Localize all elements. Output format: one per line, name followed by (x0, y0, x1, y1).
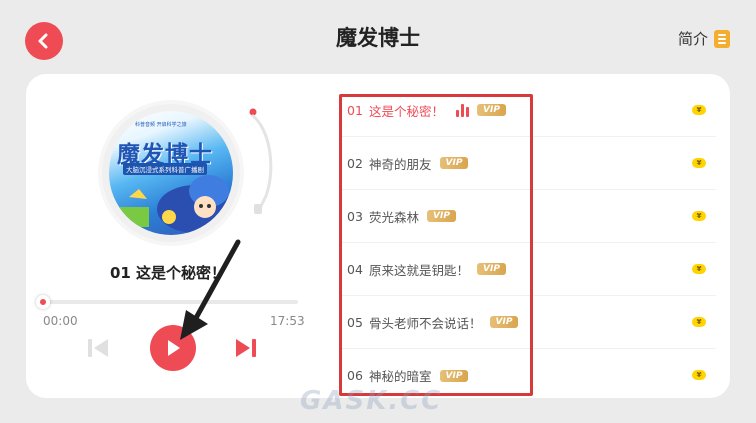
list-item[interactable]: 05 骨头老师不会说话！ VIP ¥ (340, 296, 716, 349)
track-name: 神奇的朋友 (369, 156, 432, 172)
coin-icon: ¥ (692, 158, 706, 168)
now-playing-title: 01 这是个秘密！ (109, 264, 227, 282)
album-disc: 科普音频 开启科学之旅 魔发博士 大脑沉浸式系列科普广播剧 (102, 104, 240, 242)
next-button[interactable] (232, 337, 258, 359)
track-number: 04 (347, 261, 363, 277)
album-cover: 科普音频 开启科学之旅 魔发博士 大脑沉浸式系列科普广播剧 (109, 111, 233, 235)
skip-previous-icon (88, 339, 108, 357)
vip-badge: VIP (477, 263, 506, 275)
track-name: 荧光森林 (369, 209, 420, 225)
list-item[interactable]: 02 神奇的朋友 VIP ¥ (340, 137, 716, 190)
list-item[interactable]: 03 荧光森林 VIP ¥ (340, 190, 716, 243)
time-total: 17:53 (270, 314, 305, 328)
track-number: 05 (347, 314, 363, 330)
coin-icon: ¥ (692, 105, 706, 115)
time-elapsed: 00:00 (43, 314, 78, 328)
coin-icon: ¥ (692, 370, 706, 380)
track-number: 06 (347, 368, 363, 383)
track-name: 骨头老师不会说话！ (369, 315, 482, 331)
list-item[interactable]: 01 这是个秘密！ VIP ¥ (340, 84, 716, 137)
skip-next-icon (236, 339, 256, 357)
equalizer-icon (456, 103, 470, 117)
track-name: 这是个秘密！ (369, 103, 445, 119)
track-number: 02 (347, 155, 363, 171)
track-name: 神秘的暗室 (369, 369, 432, 384)
play-icon (168, 340, 180, 356)
previous-button[interactable] (86, 337, 112, 359)
page-title: 魔发博士 (336, 26, 420, 50)
intro-label: 简介 (677, 30, 708, 48)
cover-illustration (119, 175, 233, 233)
vip-badge: VIP (439, 369, 469, 382)
track-number: 03 (347, 208, 363, 224)
document-icon (714, 29, 730, 48)
coin-icon: ¥ (692, 211, 706, 221)
watermark: GASK.CC (300, 386, 443, 416)
coin-icon: ¥ (692, 264, 706, 274)
play-button[interactable] (150, 325, 196, 371)
coin-icon: ¥ (692, 317, 706, 327)
progress-knob[interactable] (36, 295, 50, 309)
track-name: 原来这就是钥匙！ (369, 262, 470, 278)
progress-bar[interactable] (44, 300, 298, 304)
vip-badge: VIP (489, 316, 519, 328)
list-item[interactable]: 04 原来这就是钥匙！ VIP ¥ (340, 243, 716, 296)
vip-badge: VIP (477, 104, 506, 116)
intro-button[interactable]: 简介 (678, 28, 730, 49)
tonearm (249, 108, 273, 214)
vip-badge: VIP (439, 157, 469, 169)
vip-badge: VIP (427, 210, 456, 222)
track-number: 01 (347, 102, 363, 118)
track-list: 01 这是个秘密！ VIP ¥ 02 神奇的朋友 VIP ¥ 03 荧光森林 V… (340, 84, 716, 402)
